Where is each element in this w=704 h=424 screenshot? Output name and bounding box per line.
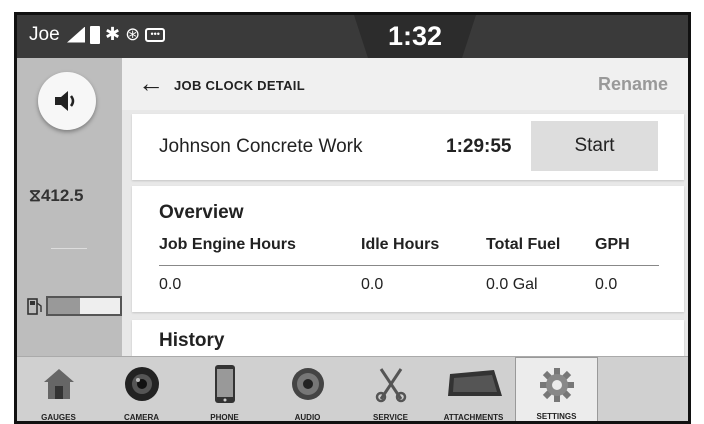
value-idle-hours: 0.0 <box>361 276 384 293</box>
status-icons: ✱ ⊛ ••• <box>67 24 166 45</box>
history-card: History <box>132 320 684 356</box>
speaker-volume-icon <box>55 91 75 111</box>
bucket-icon <box>447 370 502 396</box>
nav-label: CAMERA <box>123 413 160 422</box>
nav-label: AUDIO <box>294 413 321 422</box>
left-rail: ⧖412.5 <box>17 58 122 356</box>
hourglass-icon: ⧖ <box>29 186 41 205</box>
column-header-idle-hours: Idle Hours <box>361 236 440 253</box>
nav-gauges[interactable]: GAUGES <box>17 357 100 422</box>
fuel-level-bar <box>46 296 122 316</box>
engine-hours: ⧖412.5 <box>29 186 83 206</box>
message-icon: ••• <box>145 27 166 42</box>
back-arrow-icon[interactable]: ← <box>138 68 164 99</box>
value-job-engine-hours: 0.0 <box>159 276 182 293</box>
page-title: JOB CLOCK DETAIL <box>174 78 305 93</box>
phone-icon <box>214 365 235 403</box>
nav-label: PHONE <box>210 413 239 422</box>
bottom-nav: GAUGES CAMERA PHONE AUDIO SERVICE ATTACH… <box>17 356 688 422</box>
overview-divider <box>159 265 659 266</box>
user-name: Joe <box>29 24 60 45</box>
nav-label: GAUGES <box>41 413 76 422</box>
nav-phone[interactable]: PHONE <box>183 357 266 422</box>
job-timer: 1:29:55 <box>446 136 512 157</box>
overview-title: Overview <box>159 202 244 223</box>
start-button[interactable]: Start <box>531 121 658 171</box>
engine-hours-value: 412.5 <box>40 186 84 205</box>
screen-frame: Joe ✱ ⊛ ••• 1:32 ⧖412.5 ← JOB CLOCK DETA… <box>14 12 691 424</box>
signal-icon <box>67 26 85 43</box>
main-panel: ← JOB CLOCK DETAIL Rename Johnson Concre… <box>122 58 688 356</box>
house-icon <box>43 369 74 399</box>
gps-icon: ⊛ <box>125 24 141 44</box>
nav-attachments[interactable]: ATTACHMENTS <box>432 357 515 422</box>
fuel-level-fill <box>48 298 81 314</box>
rail-divider <box>51 248 87 249</box>
volume-button[interactable] <box>38 72 96 130</box>
nav-settings[interactable]: SETTINGS <box>515 357 598 421</box>
fuel-gauge <box>27 296 122 316</box>
nav-service[interactable]: SERVICE <box>349 357 432 422</box>
job-name: Johnson Concrete Work <box>159 136 363 157</box>
column-header-total-fuel: Total Fuel <box>486 236 561 253</box>
value-gph: 0.0 <box>595 276 618 293</box>
nav-audio[interactable]: AUDIO <box>266 357 349 422</box>
wrench-icon <box>375 368 406 403</box>
column-header-job-engine-hours: Job Engine Hours <box>159 236 296 253</box>
nav-label: SETTINGS <box>536 412 577 421</box>
job-card: Johnson Concrete Work 1:29:55 Start <box>132 114 684 180</box>
camera-icon <box>124 367 159 401</box>
rename-button[interactable]: Rename <box>598 74 668 95</box>
clock: 1:32 <box>387 21 443 51</box>
page-header: ← JOB CLOCK DETAIL Rename <box>122 58 688 110</box>
speaker-icon <box>291 368 324 400</box>
status-bar: Joe ✱ ⊛ ••• 1:32 <box>17 15 688 60</box>
nav-label: SERVICE <box>373 413 408 422</box>
value-total-fuel: 0.0 Gal <box>486 276 538 293</box>
history-title: History <box>159 330 225 351</box>
fuel-pump-icon <box>27 298 42 315</box>
bluetooth-icon: ✱ <box>105 24 121 44</box>
nav-label: ATTACHMENTS <box>443 413 504 422</box>
overview-card: Overview Job Engine Hours Idle Hours Tot… <box>132 186 684 312</box>
battery-icon <box>90 25 100 44</box>
gear-icon <box>539 368 574 402</box>
nav-camera[interactable]: CAMERA <box>100 357 183 422</box>
column-header-gph: GPH <box>595 236 630 253</box>
